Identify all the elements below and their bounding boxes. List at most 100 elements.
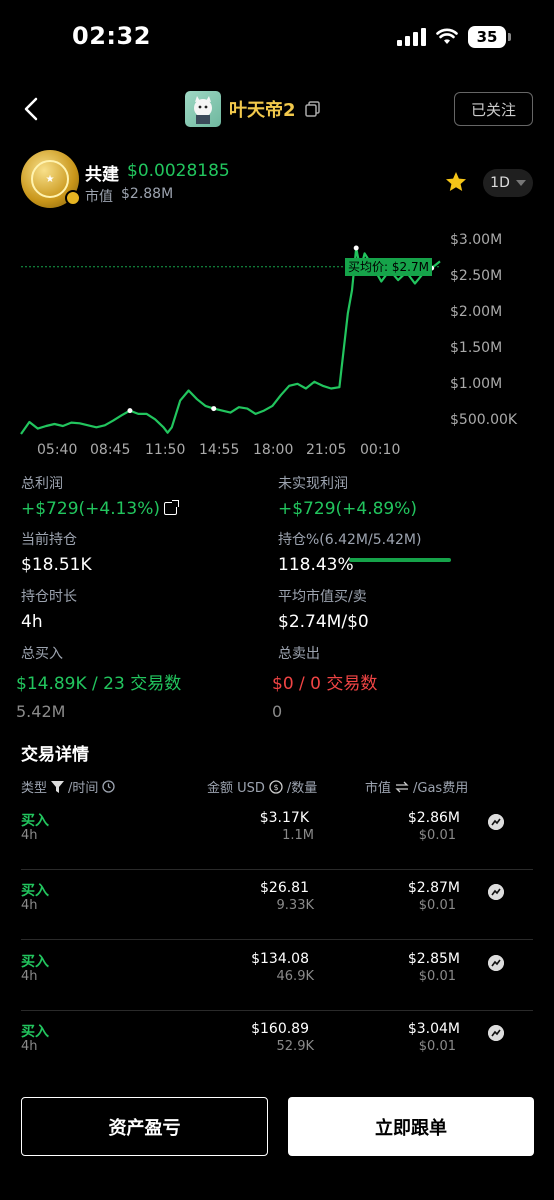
wifi-icon [436,28,458,44]
holding-percent-label: 持仓%(6.42M/5.42M) [278,532,422,548]
holding-progress-bar [349,558,451,562]
avg-mcap: 平均市值买/卖 $2.74M/$0 [278,586,369,632]
header-type-time: 类型 /时间 [21,777,116,796]
token-price: $0.0028185 [127,161,230,181]
currency-toggle-icon[interactable]: $ [269,779,283,794]
avg-mcap-value: $2.74M/$0 [278,612,369,632]
total-buy: 总买入 $14.89K / 23 交易数 5.42M [16,643,181,721]
trade-amount: $160.89 [251,1021,309,1037]
tx-explorer-icon[interactable] [488,955,504,971]
total-buy-label: 总买入 [21,646,63,662]
clock-icon[interactable] [102,780,116,793]
total-buy-value: $14.89K / 23 交易数 [16,674,182,694]
caret-down-icon [515,180,526,186]
x-tick-label: 14:55 [199,442,240,458]
trade-qty: 52.9K [276,1039,314,1054]
timeframe-selector[interactable]: 1D [483,169,533,197]
trade-mcap: $2.87M [407,880,460,896]
y-tick-label: $3.00M [450,232,503,248]
back-icon[interactable] [18,94,48,124]
total-profit-amount: +$729(+4.13%) [21,499,161,519]
trader-name: 叶天帝2 [229,100,296,121]
copy-icon[interactable] [304,100,322,118]
trade-row[interactable]: 买入 4h $3.17K 1.1M $2.86M $0.01 [21,800,533,870]
tx-explorer-icon[interactable] [488,884,504,900]
market-cap-label: 市值 [85,189,113,205]
cat-avatar-icon [194,96,212,124]
trade-marker [353,245,359,251]
y-tick-label: $500.00K [450,412,518,428]
trade-time: 4h [21,969,38,984]
total-sell-value: $0 / 0 交易数 [272,674,378,694]
timeframe-label: 1D [490,175,510,191]
total-sell: 总卖出 $0 / 0 交易数 0 [272,643,377,721]
trade-amount: $134.08 [251,951,309,967]
header-amount-qty: 金额 USD $ /数量 [207,777,317,796]
header-time: /时间 [68,781,99,796]
unrealized-profit: 未实现利润 +$729(+4.89%) [278,473,417,519]
current-holding-label: 当前持仓 [21,532,77,548]
header-qty: /数量 [286,781,318,796]
holding-percent: 持仓%(6.42M/5.42M) 118.43% [278,529,421,575]
star-emblem-icon: ★ [31,160,69,198]
trade-gas: $0.01 [418,828,456,843]
pnl-button[interactable]: 资产盈亏 [21,1097,268,1156]
header-gas: /Gas费用 [413,781,469,796]
x-tick-label: 11:50 [145,442,186,458]
trader-avatar [185,91,221,127]
total-buy-qty: 5.42M [16,702,66,721]
swap-icon[interactable] [395,781,409,793]
y-tick-label: $1.50M [450,340,503,356]
trades-title: 交易详情 [21,745,89,765]
trade-row[interactable]: 买入 4h $160.89 52.9K $3.04M $0.01 [21,1011,533,1081]
header-amount: 金额 USD [207,781,265,796]
status-bar: 02:32 35 [0,0,554,72]
total-profit: 总利润 +$729(+4.13%) [21,473,180,519]
trade-type: 买入 [21,954,49,970]
trade-amount: $26.81 [260,880,309,896]
y-tick-label: $2.00M [450,304,503,320]
avg-mcap-label: 平均市值买/卖 [278,589,367,605]
trade-marker [127,408,133,414]
avg-price-label: 买均价: $2.7M [345,257,432,276]
token-header: ★ 共建 $0.0028185 市值 $2.88M 1D [21,150,533,210]
trade-time: 4h [21,898,38,913]
filter-icon[interactable] [51,780,65,793]
external-link-icon[interactable] [164,500,180,515]
trade-gas: $0.01 [418,969,456,984]
total-sell-qty: 0 [272,702,283,721]
favorite-star-icon[interactable] [444,170,468,194]
y-tick-label: $1.00M [450,376,503,392]
unrealized-profit-label: 未实现利润 [278,476,348,492]
total-sell-label: 总卖出 [278,646,320,662]
trade-time: 4h [21,1039,38,1054]
holding-duration-value: 4h [21,612,43,632]
unrealized-profit-value: +$729(+4.89%) [278,499,418,519]
holding-duration-label: 持仓时长 [21,589,77,605]
status-icons: 35 [397,26,511,48]
x-tick-label: 21:05 [306,442,347,458]
tx-explorer-icon[interactable] [488,814,504,830]
trade-type: 买入 [21,813,49,829]
trade-gas: $0.01 [418,1039,456,1054]
price-chart[interactable]: $3.00M $2.50M $2.00M $1.50M $1.00M $500.00K 0… [0,228,554,468]
current-holding-value: $18.51K [21,555,92,575]
trader-title[interactable]: 叶天帝2 [185,91,322,127]
price-line-series-0 [20,246,441,435]
trade-type: 买入 [21,1024,49,1040]
trade-marker [211,406,217,412]
x-tick-label: 18:00 [253,442,294,458]
tx-explorer-icon[interactable] [488,1025,504,1041]
signal-icon [397,28,426,46]
chain-badge-icon [65,190,81,206]
x-tick-label: 05:40 [37,442,78,458]
trade-qty: 46.9K [276,969,314,984]
trade-row[interactable]: 买入 4h $26.81 9.33K $2.87M $0.01 [21,870,533,940]
follow-button[interactable]: 已关注 [454,92,533,126]
status-time: 02:32 [72,22,151,50]
trade-row[interactable]: 买入 4h $134.08 46.9K $2.85M $0.01 [21,941,533,1011]
trade-mcap: $2.86M [407,810,460,826]
battery-indicator: 35 [468,26,511,48]
header-mcap: 市值 [365,781,392,796]
copy-trade-button[interactable]: 立即跟单 [288,1097,534,1156]
